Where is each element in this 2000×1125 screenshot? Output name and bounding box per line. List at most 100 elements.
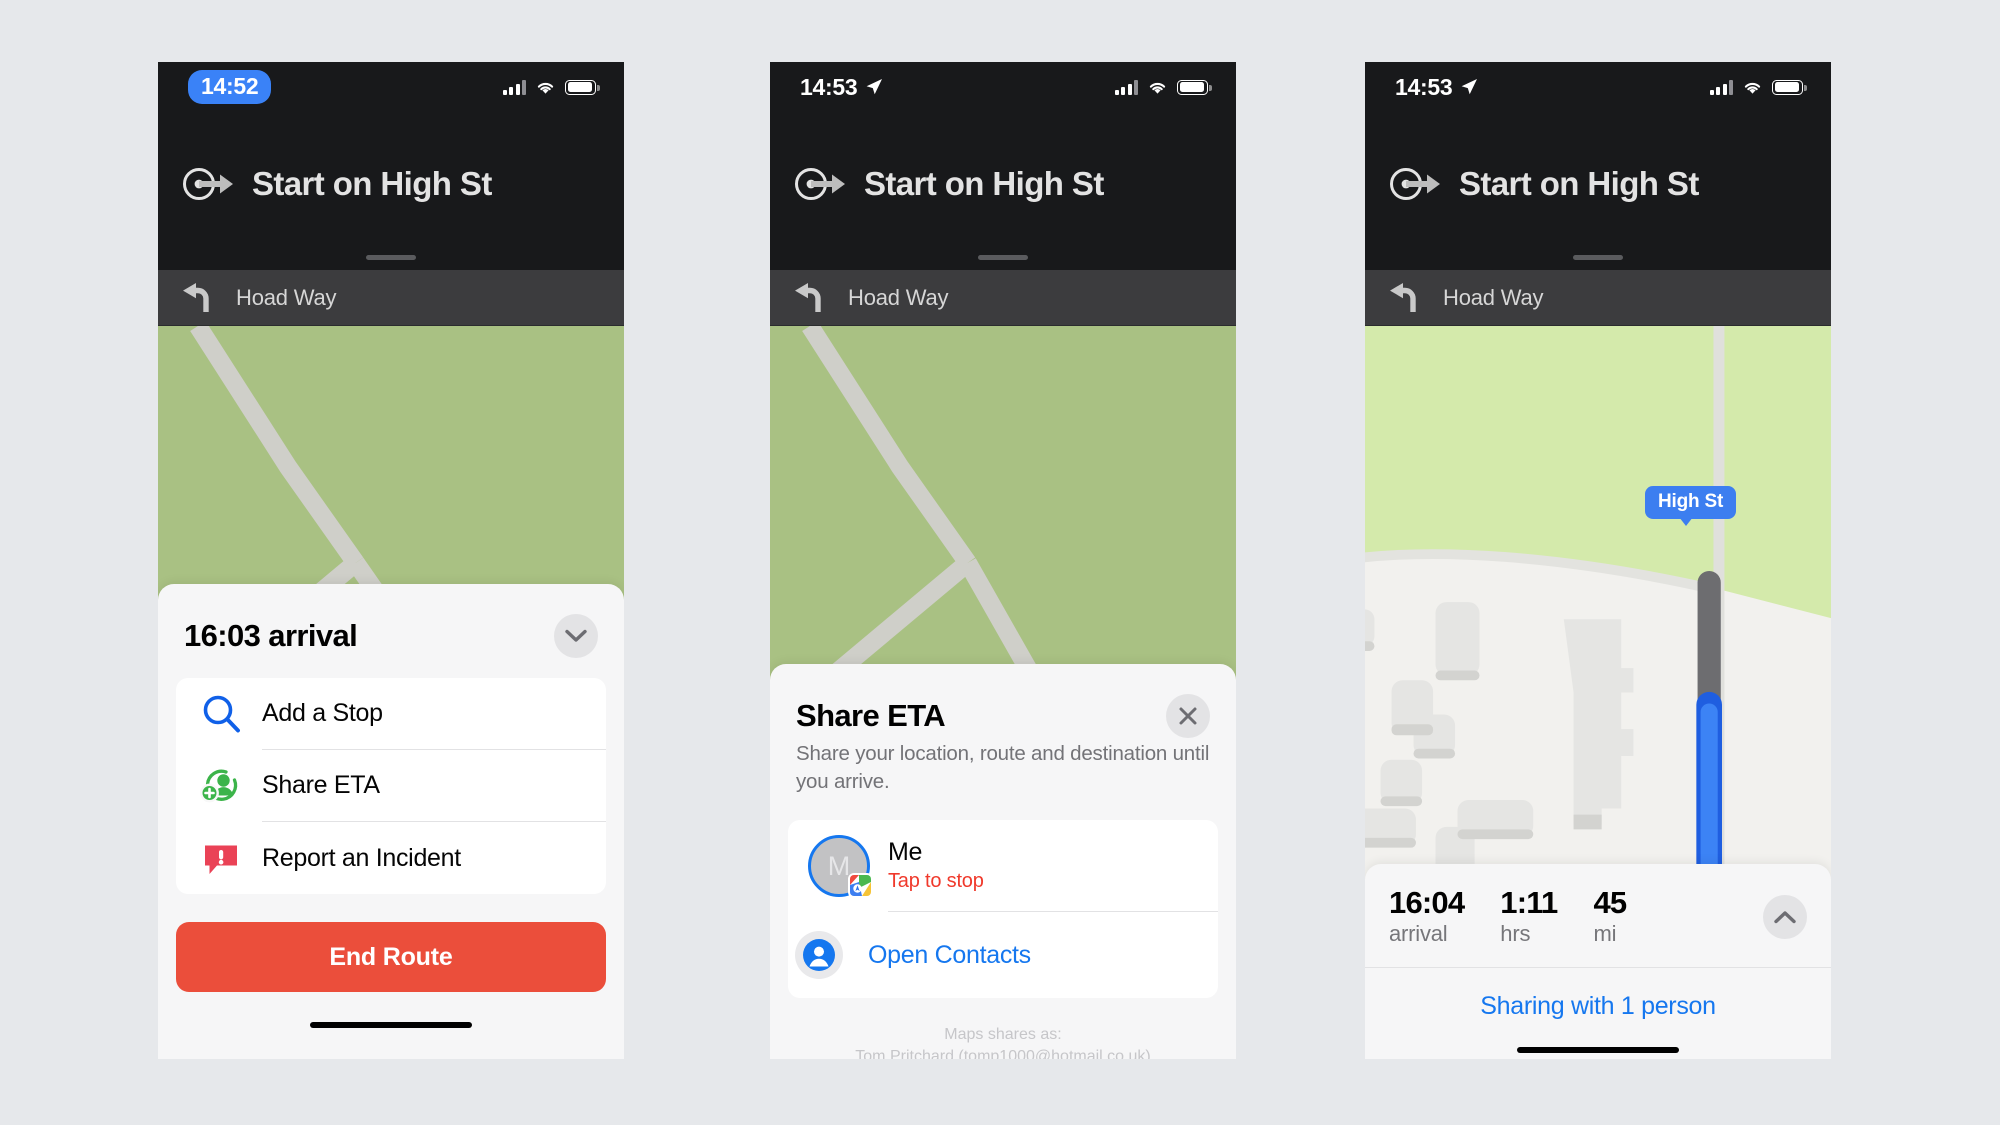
status-time: 14:53 bbox=[1395, 73, 1453, 100]
close-icon bbox=[1179, 707, 1197, 725]
road-label-text: High St bbox=[1658, 491, 1724, 512]
route-actions-card: Add a Stop Share ETA Report an Incident bbox=[176, 678, 606, 894]
battery-icon bbox=[1772, 79, 1807, 95]
action-label: Add a Stop bbox=[262, 699, 383, 727]
battery-icon bbox=[1177, 79, 1212, 95]
turn-left-icon bbox=[183, 282, 209, 312]
navigation-title: Start on High St bbox=[1459, 165, 1699, 202]
turn-left-icon bbox=[1390, 282, 1416, 312]
sheet-grabber[interactable] bbox=[1573, 255, 1623, 260]
metric-value: 1:11 bbox=[1500, 885, 1558, 920]
share-target-status: Tap to stop bbox=[888, 870, 984, 892]
expand-sheet-button[interactable] bbox=[1763, 894, 1807, 939]
chevron-down-icon bbox=[565, 629, 587, 642]
turn-left-icon bbox=[795, 282, 821, 312]
cellular-signal-icon bbox=[1114, 79, 1138, 95]
status-bar: 14:52 bbox=[158, 62, 624, 112]
metric-label: arrival bbox=[1389, 921, 1448, 947]
eta-header: 16:04 arrival 1:11 hrs 45 mi bbox=[1365, 864, 1831, 969]
status-bar-left: 14:52 bbox=[188, 70, 272, 104]
metric-value: 16:04 bbox=[1389, 885, 1465, 920]
action-label: Share ETA bbox=[262, 771, 380, 799]
metric-value: 45 bbox=[1593, 885, 1627, 920]
status-bar: 14:53 bbox=[770, 62, 1236, 112]
share-row-open-contacts[interactable]: Open Contacts bbox=[788, 912, 1218, 998]
sheet-header: Share ETA bbox=[770, 664, 1236, 746]
wifi-icon bbox=[537, 82, 554, 94]
status-bar-right bbox=[1114, 79, 1212, 95]
avatar-wrap: M bbox=[808, 835, 873, 898]
home-indicator[interactable] bbox=[1517, 1047, 1679, 1054]
search-icon bbox=[203, 695, 240, 733]
navigation-title: Start on High St bbox=[864, 165, 1104, 202]
share-footer: Maps shares as: Tom Pritchard (tomp1000@… bbox=[770, 1024, 1236, 1059]
metric-distance: 45 mi bbox=[1593, 885, 1627, 947]
collapse-sheet-button[interactable] bbox=[554, 614, 598, 658]
action-share-eta[interactable]: Share ETA bbox=[176, 750, 606, 822]
navigation-title: Start on High St bbox=[252, 165, 492, 202]
wifi-icon bbox=[1744, 82, 1761, 94]
arrival-title: 16:03 arrival bbox=[184, 618, 358, 653]
status-bar-left: 14:53 bbox=[800, 74, 883, 101]
action-body: Add a Stop bbox=[262, 678, 606, 750]
share-eta-person-icon bbox=[200, 769, 238, 803]
share-body: Open Contacts bbox=[868, 912, 1218, 998]
next-step-banner[interactable]: Hoad Way bbox=[158, 270, 624, 326]
action-add-a-stop[interactable]: Add a Stop bbox=[176, 678, 606, 750]
eta-sheet: 16:04 arrival 1:11 hrs 45 mi Sharing wit… bbox=[1365, 864, 1831, 1059]
status-bar: 14:53 bbox=[1365, 62, 1831, 112]
roundabout-exit-icon bbox=[183, 168, 233, 200]
home-indicator[interactable] bbox=[310, 1022, 472, 1028]
sheet-grabber[interactable] bbox=[978, 255, 1028, 260]
metric-duration: 1:11 hrs bbox=[1500, 885, 1558, 947]
eta-metrics: 16:04 arrival 1:11 hrs 45 mi bbox=[1389, 886, 1763, 947]
action-body: Report an Incident bbox=[262, 822, 606, 894]
next-step-label: Hoad Way bbox=[1443, 284, 1544, 310]
action-report-an-incident[interactable]: Report an Incident bbox=[176, 822, 606, 894]
metric-arrival: 16:04 arrival bbox=[1389, 885, 1465, 947]
location-arrow-icon bbox=[866, 79, 883, 95]
status-time: 14:53 bbox=[800, 73, 858, 100]
phone-screen-2: 14:53 Start on High St Hoad Way Share ET… bbox=[770, 62, 1236, 1059]
share-eta-subtitle: Share your location, route and destinati… bbox=[796, 742, 1210, 793]
sheet-grabber[interactable] bbox=[366, 255, 416, 260]
screenshot-stage: 14:52 Start on High St Hoad Way 16:03 ar… bbox=[0, 0, 2000, 1125]
status-bar-left: 14:53 bbox=[1395, 74, 1478, 101]
navigation-banner: Start on High St bbox=[158, 112, 624, 270]
share-row-me[interactable]: M Me Tap to stop bbox=[788, 820, 1218, 912]
close-sheet-button[interactable] bbox=[1166, 694, 1210, 738]
roundabout-exit-icon bbox=[1390, 168, 1440, 200]
action-body: Share ETA bbox=[262, 750, 606, 822]
share-eta-sheet: Share ETA Share your location, route and… bbox=[770, 664, 1236, 1059]
navigation-banner: Start on High St bbox=[1365, 112, 1831, 270]
roundabout-exit-icon bbox=[795, 168, 845, 200]
sharing-status-link[interactable]: Sharing with 1 person bbox=[1365, 968, 1831, 1021]
next-step-banner[interactable]: Hoad Way bbox=[1365, 270, 1831, 326]
open-contacts-label: Open Contacts bbox=[868, 940, 1031, 969]
next-step-banner[interactable]: Hoad Way bbox=[770, 270, 1236, 326]
share-body: Me Tap to stop bbox=[888, 820, 1218, 912]
wifi-icon bbox=[1149, 82, 1166, 94]
next-step-label: Hoad Way bbox=[848, 284, 949, 310]
share-targets-card: M Me Tap to stop Open Contacts bbox=[788, 820, 1218, 998]
status-bar-right bbox=[1709, 79, 1807, 95]
status-bar-right bbox=[502, 79, 600, 95]
route-options-sheet: 16:03 arrival Add a Stop Share ETA Repor… bbox=[158, 584, 624, 1059]
status-time: 14:52 bbox=[188, 70, 272, 104]
metric-label: mi bbox=[1593, 921, 1617, 947]
phone-screen-1: 14:52 Start on High St Hoad Way 16:03 ar… bbox=[158, 62, 624, 1059]
share-footer-line-2: Tom Pritchard (tomp1000@hotmail.co.uk) bbox=[855, 1048, 1151, 1059]
share-target-name: Me bbox=[888, 838, 923, 866]
share-eta-title: Share ETA bbox=[796, 698, 946, 733]
next-step-label: Hoad Way bbox=[236, 284, 337, 310]
cellular-signal-icon bbox=[1709, 79, 1733, 95]
chevron-up-icon bbox=[1774, 911, 1796, 923]
contacts-badge bbox=[795, 931, 843, 979]
sheet-header: 16:03 arrival bbox=[158, 584, 624, 676]
phone-screen-3: 14:53 Start on High St Hoad Way High St … bbox=[1365, 62, 1831, 1059]
end-route-button[interactable]: End Route bbox=[176, 922, 606, 992]
navigation-banner: Start on High St bbox=[770, 112, 1236, 270]
cellular-signal-icon bbox=[502, 79, 526, 95]
location-arrow-icon bbox=[1461, 79, 1478, 95]
share-footer-line-1: Maps shares as: bbox=[944, 1026, 1062, 1043]
